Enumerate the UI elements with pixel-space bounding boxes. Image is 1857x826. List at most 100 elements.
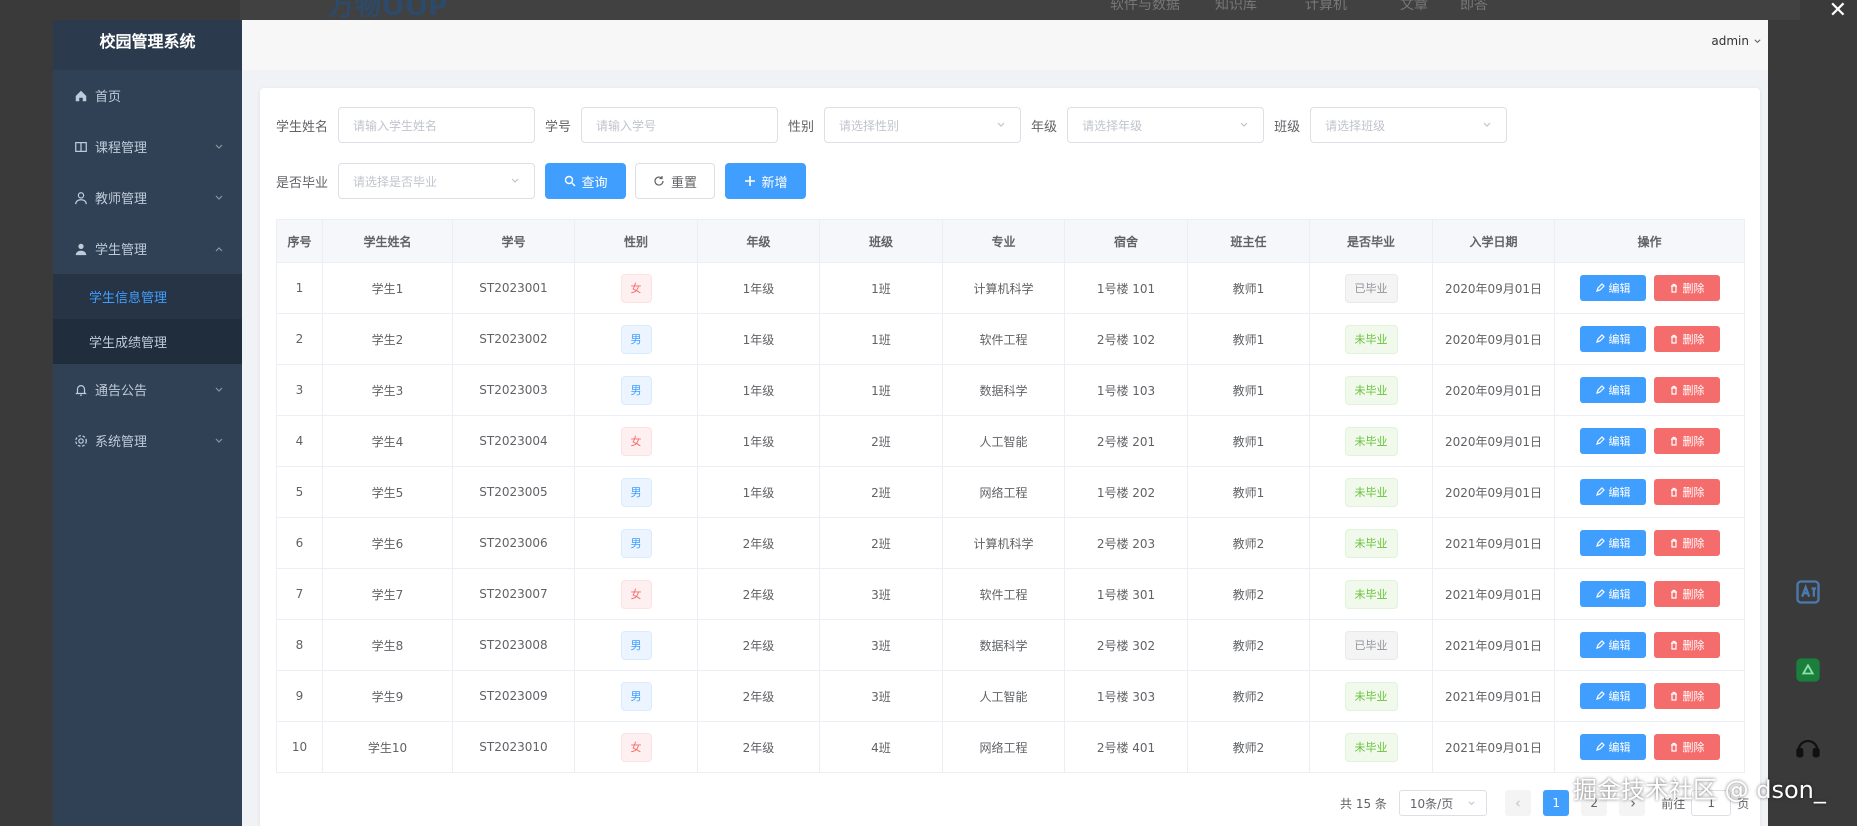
edit-button[interactable]: 编辑 (1579, 530, 1646, 556)
cell-gender: 男 (574, 466, 698, 518)
page-1-button[interactable]: 1 (1543, 790, 1570, 816)
edit-button[interactable]: 编辑 (1579, 326, 1646, 352)
cell-actions: 编辑 删除 (1554, 670, 1745, 722)
cell-gender: 女 (574, 262, 698, 314)
page-size-select[interactable]: 10条/页 (1398, 790, 1488, 816)
cell-actions: 编辑 删除 (1554, 721, 1745, 773)
cell-graduated: 已毕业 (1309, 619, 1433, 671)
cell-name: 学生3 (322, 364, 453, 416)
student-no-input[interactable]: 请输入学号 (581, 107, 779, 143)
class-select[interactable]: 请选择班级 (1310, 107, 1508, 143)
cell-gender: 女 (574, 415, 698, 467)
delete-button[interactable]: 删除 (1653, 581, 1720, 607)
sidebar-item-system[interactable]: 系统管理 (53, 415, 242, 466)
graduation-status-tag: 未毕业 (1344, 324, 1398, 354)
cell-gender: 男 (574, 517, 698, 569)
cell-enroll-date: 2021年09月01日 (1432, 721, 1555, 773)
cell-index: 2 (276, 313, 323, 365)
edit-button[interactable]: 编辑 (1579, 581, 1646, 607)
cell-actions: 编辑 删除 (1554, 517, 1745, 569)
cell-enroll-date: 2020年09月01日 (1432, 466, 1555, 518)
cell-student-no: ST2023004 (452, 415, 575, 467)
add-button[interactable]: 新增 (725, 163, 807, 199)
cell-dorm: 1号楼 303 (1064, 670, 1188, 722)
edit-label: 编辑 (1608, 486, 1631, 499)
sidebar-item-label: 通告公告 (95, 384, 148, 399)
cell-graduated: 未毕业 (1309, 466, 1433, 518)
delete-button[interactable]: 删除 (1653, 479, 1720, 505)
edit-button[interactable]: 编辑 (1579, 275, 1646, 301)
col-header: 班级 (819, 219, 943, 263)
cell-actions: 编辑 删除 (1554, 619, 1745, 671)
translate-icon[interactable] (1790, 574, 1826, 610)
chevron-down-icon (215, 438, 223, 443)
trash-icon (1670, 334, 1677, 344)
cell-index: 4 (276, 415, 323, 467)
sidebar-item-home[interactable]: 首页 (53, 70, 242, 121)
content-card: 学生姓名 请输入学生姓名 学号 请输入学号 性别 请选择性别 年级 请选择年级 … (260, 88, 1760, 826)
graduation-status-tag: 未毕业 (1344, 375, 1398, 405)
sidebar-item-students[interactable]: 学生管理 (53, 223, 242, 274)
edit-button[interactable]: 编辑 (1579, 632, 1646, 658)
delete-button[interactable]: 删除 (1653, 734, 1720, 760)
cell-index: 9 (276, 670, 323, 722)
user-dropdown[interactable]: admin (1711, 34, 1762, 48)
query-button[interactable]: 查询 (545, 163, 627, 199)
cell-index: 6 (276, 517, 323, 569)
chevron-down-icon (1754, 38, 1761, 43)
search-row-2: 是否毕业 请选择是否毕业 查询 重置 新增 (276, 163, 807, 199)
cell-enroll-date: 2021年09月01日 (1432, 670, 1555, 722)
plus-icon (744, 176, 755, 186)
reset-button[interactable]: 重置 (635, 163, 716, 199)
grade-select[interactable]: 请选择年级 (1067, 107, 1265, 143)
cell-grade: 2年级 (697, 721, 820, 773)
edit-button[interactable]: 编辑 (1579, 377, 1646, 403)
edit-button[interactable]: 编辑 (1579, 428, 1646, 454)
delete-button[interactable]: 删除 (1653, 326, 1720, 352)
overlay-close-button[interactable]: ✕ (1829, 0, 1847, 22)
cell-graduated: 已毕业 (1309, 262, 1433, 314)
gender-select[interactable]: 请选择性别 (824, 107, 1022, 143)
cell-graduated: 未毕业 (1309, 313, 1433, 365)
edit-label: 编辑 (1608, 639, 1631, 652)
delete-label: 删除 (1682, 384, 1705, 397)
edit-button[interactable]: 编辑 (1579, 683, 1646, 709)
placeholder: 请输入学号 (596, 118, 657, 133)
graduated-select[interactable]: 请选择是否毕业 (338, 163, 536, 199)
delete-button[interactable]: 删除 (1653, 275, 1720, 301)
delete-button[interactable]: 删除 (1653, 428, 1720, 454)
trash-icon (1670, 487, 1677, 497)
sidebar-item-student-info[interactable]: 学生信息管理 (53, 274, 242, 319)
recycle-icon[interactable] (1790, 652, 1826, 688)
total-count: 共 15 条 (1340, 796, 1387, 811)
delete-button[interactable]: 删除 (1653, 683, 1720, 709)
cell-grade: 2年级 (697, 517, 820, 569)
col-header: 性别 (574, 219, 698, 263)
sidebar-item-notices[interactable]: 通告公告 (53, 364, 242, 415)
delete-button[interactable]: 删除 (1653, 530, 1720, 556)
cell-index: 3 (276, 364, 323, 416)
edit-button[interactable]: 编辑 (1579, 734, 1646, 760)
delete-button[interactable]: 删除 (1653, 377, 1720, 403)
support-icon[interactable] (1790, 730, 1826, 766)
gender-tag: 女 (620, 579, 652, 609)
chevron-up-icon (215, 246, 223, 251)
prev-page-button[interactable] (1505, 790, 1532, 816)
sidebar-item-courses[interactable]: 课程管理 (53, 121, 242, 172)
edit-button[interactable]: 编辑 (1579, 479, 1646, 505)
student-name-input[interactable]: 请输入学生姓名 (338, 107, 536, 143)
cell-actions: 编辑 删除 (1554, 262, 1745, 314)
graduation-status-tag: 未毕业 (1344, 477, 1398, 507)
trash-icon (1670, 283, 1677, 293)
cell-student-no: ST2023010 (452, 721, 575, 773)
table-row: 10 学生10 ST2023010 女 2年级 4班 网络工程 2号楼 401 教师2 未毕业 20… (276, 721, 1745, 773)
chevron-down-icon (1468, 800, 1475, 805)
trash-icon (1670, 589, 1677, 599)
host-top-bar (240, 0, 1800, 20)
sidebar-item-teachers[interactable]: 教师管理 (53, 172, 242, 223)
cell-major: 数据科学 (942, 364, 1065, 416)
chevron-down-icon (215, 387, 223, 392)
delete-button[interactable]: 删除 (1653, 632, 1720, 658)
delete-label: 删除 (1682, 537, 1705, 550)
sidebar-item-student-scores[interactable]: 学生成绩管理 (53, 319, 242, 364)
